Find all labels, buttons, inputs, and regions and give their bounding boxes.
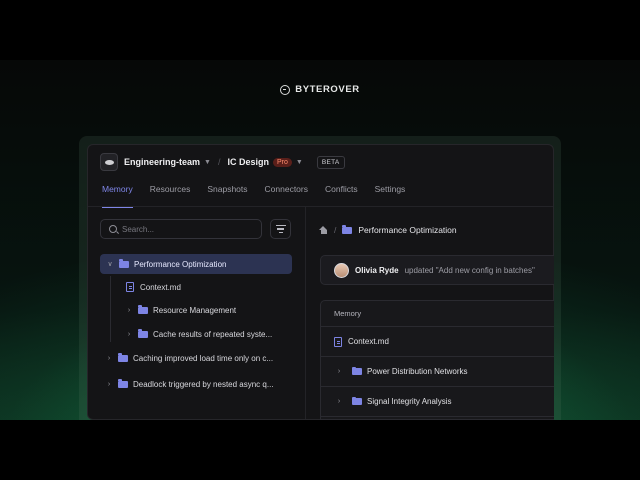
tree-guide-line bbox=[110, 276, 111, 342]
tab-bar: Memory Resources Snapshots Connectors Co… bbox=[88, 179, 553, 208]
chevron-right-icon[interactable]: › bbox=[104, 381, 114, 388]
topbar: Engineering-team ▼ / IC Design Pro ▼ BET… bbox=[88, 145, 553, 179]
folder-icon bbox=[138, 329, 148, 338]
chevron-down-icon[interactable]: ▼ bbox=[296, 159, 303, 166]
tree-item-label: Performance Optimization bbox=[134, 259, 227, 269]
chevron-right-icon[interactable]: › bbox=[124, 331, 134, 338]
memory-row-context-md[interactable]: Context.md bbox=[321, 327, 554, 357]
byterover-logo-icon bbox=[280, 84, 291, 95]
tree-item-caching-improved[interactable]: › Caching improved load time only on c..… bbox=[104, 348, 273, 368]
tree-item-deadlock[interactable]: › Deadlock triggered by nested async q..… bbox=[104, 374, 274, 394]
tab-memory[interactable]: Memory bbox=[102, 179, 133, 208]
tab-resources[interactable]: Resources bbox=[150, 179, 191, 207]
folder-icon bbox=[119, 259, 129, 268]
tree-item-label: Caching improved load time only on c... bbox=[133, 353, 274, 363]
folder-icon bbox=[352, 366, 362, 375]
chevron-right-icon[interactable]: › bbox=[334, 368, 344, 375]
activity-item[interactable]: Olivia Ryde updated "Add new config in b… bbox=[320, 255, 554, 285]
search-placeholder: Search... bbox=[122, 224, 155, 234]
folder-icon bbox=[118, 353, 128, 362]
memory-row-label: Power Distribution Networks bbox=[367, 367, 468, 376]
activity-user: Olivia Ryde bbox=[355, 265, 399, 275]
file-icon bbox=[334, 336, 342, 347]
brand-logo: BYTEROVER bbox=[0, 84, 640, 95]
letterbox-top bbox=[0, 0, 640, 60]
folder-icon bbox=[138, 305, 148, 314]
filter-button[interactable] bbox=[270, 219, 291, 239]
memory-table-header: Memory bbox=[321, 301, 554, 327]
breadcrumb-current[interactable]: Performance Optimization bbox=[358, 225, 456, 235]
search-input[interactable]: Search... bbox=[100, 219, 262, 239]
folder-icon bbox=[342, 225, 353, 234]
breadcrumb: / Performance Optimization bbox=[319, 223, 457, 237]
breadcrumb-separator: / bbox=[334, 225, 337, 235]
home-icon[interactable] bbox=[319, 226, 328, 234]
chevron-right-icon[interactable]: › bbox=[124, 307, 134, 314]
tree-item-resource-management[interactable]: › Resource Management bbox=[124, 300, 236, 320]
brand-name: BYTEROVER bbox=[295, 84, 360, 95]
beta-badge: BETA bbox=[316, 155, 345, 169]
tab-settings[interactable]: Settings bbox=[375, 179, 406, 207]
plan-badge: Pro bbox=[272, 157, 292, 167]
tree-item-label: Deadlock triggered by nested async q... bbox=[133, 379, 274, 389]
memory-row-label: Context.md bbox=[348, 337, 389, 346]
chevron-right-icon[interactable]: › bbox=[104, 355, 114, 362]
tab-snapshots[interactable]: Snapshots bbox=[207, 179, 247, 207]
chevron-down-icon[interactable]: ∨ bbox=[105, 260, 115, 268]
tree-item-context-md[interactable]: Context.md bbox=[126, 277, 181, 297]
tree-item-performance-optimization[interactable]: ∨ Performance Optimization bbox=[100, 254, 292, 274]
folder-icon bbox=[352, 396, 362, 405]
workspace-switcher[interactable]: Engineering-team bbox=[124, 157, 200, 167]
memory-row-signal-integrity[interactable]: › Signal Integrity Analysis bbox=[321, 387, 554, 417]
tree-item-label: Context.md bbox=[140, 282, 181, 292]
tree-item-label: Resource Management bbox=[153, 305, 237, 315]
memory-table: Memory Context.md › Power Distribution N… bbox=[320, 300, 554, 420]
chevron-down-icon[interactable]: ▼ bbox=[204, 159, 211, 166]
search-icon bbox=[109, 225, 117, 233]
chevron-right-icon[interactable]: › bbox=[334, 398, 344, 405]
breadcrumb-separator: / bbox=[217, 157, 221, 167]
workspace-avatar[interactable] bbox=[100, 153, 118, 171]
tree-item-cache-results[interactable]: › Cache results of repeated syste... bbox=[124, 324, 272, 344]
tab-connectors[interactable]: Connectors bbox=[265, 179, 308, 207]
folder-icon bbox=[118, 379, 128, 388]
activity-text: updated "Add new config in batches" bbox=[404, 265, 535, 275]
bottom-cover bbox=[0, 420, 640, 480]
file-icon bbox=[126, 282, 134, 292]
avatar bbox=[334, 262, 349, 278]
tree-item-label: Cache results of repeated syste... bbox=[153, 329, 273, 339]
tab-conflicts[interactable]: Conflicts bbox=[325, 179, 358, 207]
memory-row-power-distribution[interactable]: › Power Distribution Networks bbox=[321, 357, 554, 387]
project-switcher[interactable]: IC Design bbox=[227, 157, 269, 167]
memory-row-label: Signal Integrity Analysis bbox=[367, 397, 452, 406]
filter-icon bbox=[275, 225, 286, 227]
